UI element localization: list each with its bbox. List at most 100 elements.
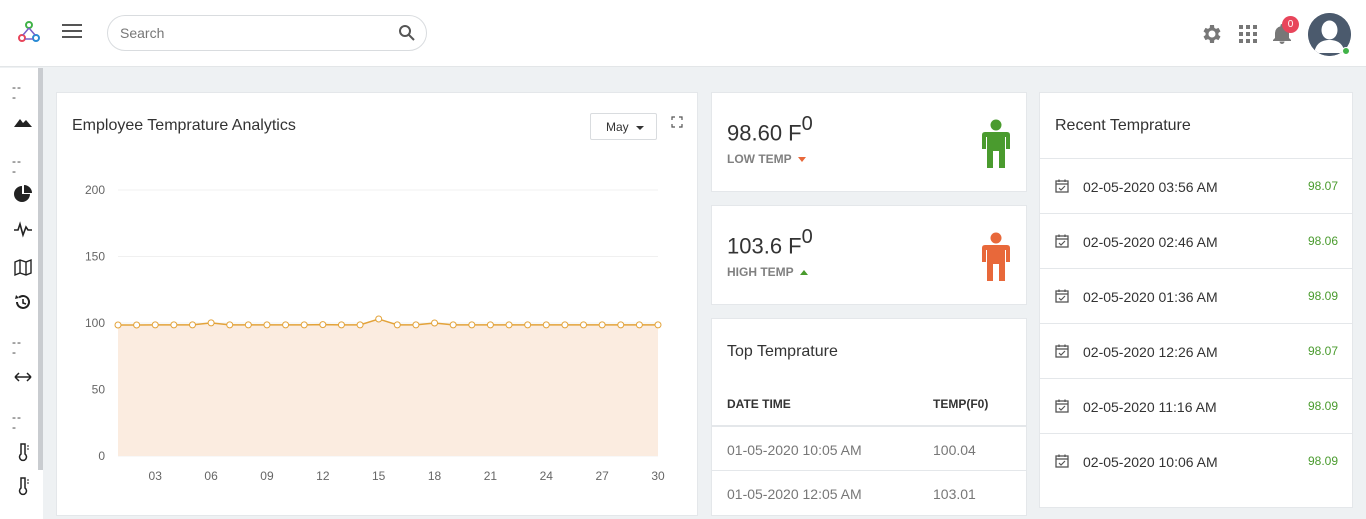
recent-temp-value: 98.09 [1307, 289, 1338, 303]
notification-count-badge: 0 [1282, 16, 1299, 33]
table-row[interactable]: 01-05-2020 12:05 AM 103.01 [712, 470, 1026, 516]
data-point [207, 319, 215, 327]
data-point [114, 321, 122, 329]
list-item[interactable]: 02-05-2020 01:36 AM 98.09 [1040, 268, 1352, 323]
person-orange-icon [982, 232, 1010, 281]
trend-up-icon [799, 270, 808, 276]
mountain-icon[interactable] [13, 112, 33, 132]
data-point [449, 321, 457, 329]
settings-gear-icon[interactable] [1199, 22, 1223, 46]
list-item[interactable]: 02-05-2020 10:06 AM 98.09 [1040, 433, 1352, 488]
resize-horizontal-icon[interactable] [13, 367, 33, 387]
calendar-check-icon [1055, 234, 1069, 248]
pie-chart-icon[interactable] [13, 184, 33, 204]
low-temp-value: 98.60 F [727, 120, 802, 146]
pulse-icon[interactable] [13, 219, 33, 239]
data-point [133, 321, 141, 329]
row-datetime: 01-05-2020 10:05 AM [727, 442, 862, 458]
data-point [337, 321, 345, 329]
search-box [107, 15, 427, 51]
data-point [226, 321, 234, 329]
row-temp: 100.04 [933, 442, 976, 458]
apps-grid-icon[interactable] [1236, 22, 1260, 46]
map-icon[interactable] [13, 257, 33, 277]
high-temp-label: HIGH TEMP [727, 265, 794, 279]
sidebar-scrollbar[interactable] [38, 68, 43, 470]
temperature-analytics-card: Employee Temprature Analytics May 0 50 100… [56, 92, 698, 516]
sidebar-separator: --- [12, 335, 22, 359]
calendar-check-icon [1055, 454, 1069, 468]
recent-temp-value: 98.06 [1307, 234, 1338, 248]
high-temp-value: 103.6 F [727, 233, 802, 259]
x-tick-label: 24 [540, 469, 554, 483]
calendar-check-icon [1055, 344, 1069, 358]
thermometer-icon[interactable] [13, 442, 33, 462]
calendar-check-icon [1055, 179, 1069, 193]
row-datetime: 01-05-2020 12:05 AM [727, 486, 862, 502]
sidebar-separator: --- [12, 154, 22, 178]
data-point [561, 321, 569, 329]
recent-datetime: 02-05-2020 03:56 AM [1083, 179, 1218, 195]
high-temp-superscript: 0 [801, 226, 813, 248]
recent-datetime: 02-05-2020 01:36 AM [1083, 289, 1218, 305]
data-point [244, 321, 252, 329]
high-temp-card: 103.6 F0 HIGH TEMP [711, 205, 1027, 305]
data-point [300, 321, 308, 329]
sidebar: --- --- --- --- [0, 68, 43, 519]
area-fill [118, 319, 658, 456]
x-tick-label: 06 [204, 469, 218, 483]
list-item[interactable]: 02-05-2020 12:26 AM 98.07 [1040, 323, 1352, 378]
recent-datetime: 02-05-2020 11:16 AM [1083, 399, 1217, 415]
calendar-check-icon [1055, 399, 1069, 413]
data-point [486, 321, 494, 329]
search-input[interactable] [120, 25, 380, 41]
data-point [412, 321, 420, 329]
trend-down-icon [797, 157, 806, 163]
sidebar-separator: --- [12, 410, 22, 434]
list-item[interactable]: 02-05-2020 11:16 AM 98.09 [1040, 378, 1352, 433]
data-point [468, 321, 476, 329]
table-row[interactable]: 01-05-2020 10:05 AM 100.04 [712, 425, 1026, 471]
person-green-icon [982, 119, 1010, 168]
low-temp-card: 98.60 F0 LOW TEMP [711, 92, 1027, 192]
thermometer-icon[interactable] [13, 476, 33, 496]
y-tick-label: 0 [98, 449, 105, 463]
data-point [635, 321, 643, 329]
recent-temp-value: 98.07 [1307, 344, 1338, 358]
x-tick-label: 03 [149, 469, 163, 483]
history-icon[interactable] [13, 292, 33, 312]
menu-toggle-icon[interactable] [62, 24, 82, 40]
calendar-check-icon [1055, 289, 1069, 303]
data-point [170, 321, 178, 329]
data-point [151, 321, 159, 329]
data-point [617, 321, 625, 329]
y-tick-label: 150 [85, 250, 105, 264]
list-item[interactable]: 02-05-2020 03:56 AM 98.07 [1040, 158, 1352, 213]
x-tick-label: 12 [316, 469, 330, 483]
list-item[interactable]: 02-05-2020 02:46 AM 98.06 [1040, 213, 1352, 268]
column-header-temp: TEMP(F0) [933, 397, 989, 411]
x-tick-label: 27 [595, 469, 609, 483]
recent-temp-title: Recent Temprature [1055, 117, 1191, 134]
y-tick-label: 200 [85, 183, 105, 197]
top-temp-title: Top Temprature [727, 343, 838, 360]
low-temp-label-wrap: LOW TEMP [727, 152, 806, 166]
data-point [188, 321, 196, 329]
y-tick-label: 100 [85, 316, 105, 330]
data-point [356, 321, 364, 329]
recent-datetime: 02-05-2020 12:26 AM [1083, 344, 1218, 360]
recent-temp-value: 98.09 [1307, 454, 1338, 468]
recent-temp-value: 98.07 [1307, 179, 1338, 193]
x-tick-label: 09 [260, 469, 274, 483]
recent-datetime: 02-05-2020 10:06 AM [1083, 454, 1218, 470]
low-temp-label: LOW TEMP [727, 152, 792, 166]
low-temp-superscript: 0 [801, 113, 813, 135]
data-point [542, 321, 550, 329]
x-tick-label: 15 [372, 469, 386, 483]
top-temperature-card: Top Temprature DATE TIME TEMP(F0) 01-05-… [711, 318, 1027, 516]
app-logo-icon[interactable] [16, 20, 42, 46]
x-tick-label: 21 [484, 469, 498, 483]
search-icon[interactable] [398, 24, 416, 42]
data-point [431, 319, 439, 327]
data-point [319, 321, 327, 329]
